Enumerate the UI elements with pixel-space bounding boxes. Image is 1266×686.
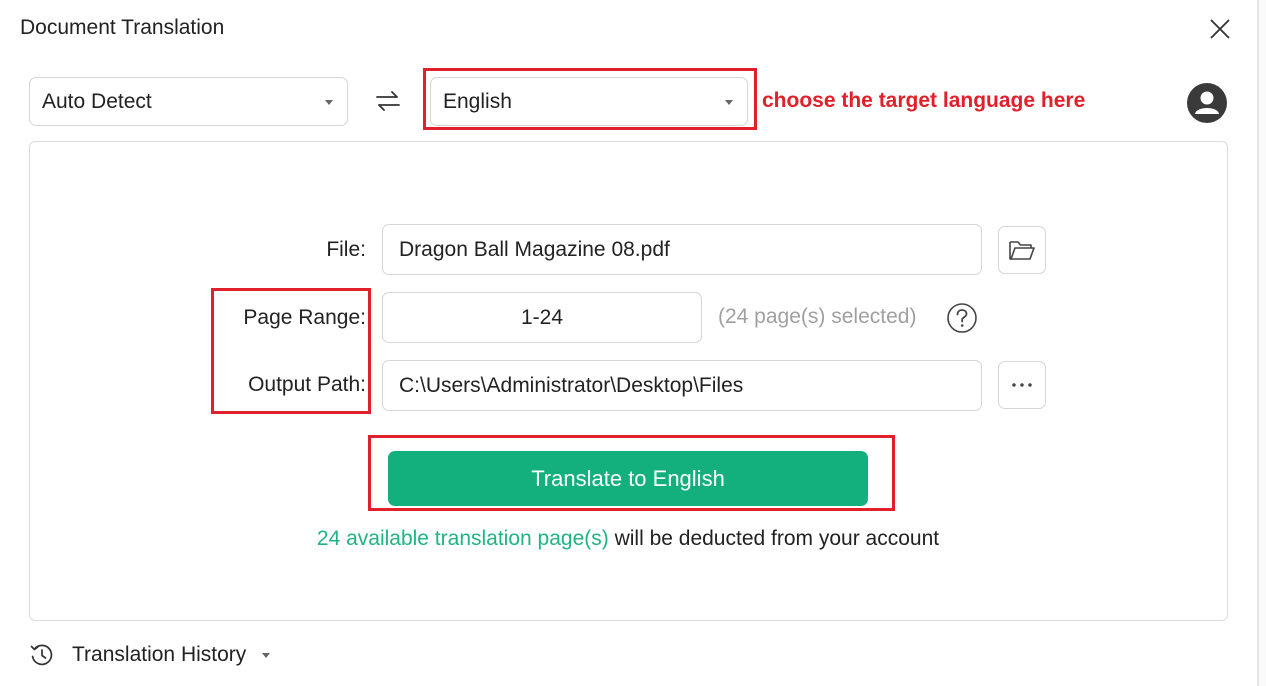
page-range-input[interactable]: 1-24 (382, 292, 702, 343)
translation-history-toggle[interactable]: Translation History (29, 642, 271, 668)
background-window-strip (1259, 0, 1266, 686)
user-avatar-icon[interactable] (1187, 83, 1227, 123)
pages-selected-text: (24 page(s) selected) (718, 305, 917, 328)
output-path-field[interactable]: C:\Users\Administrator\Desktop\Files (382, 360, 982, 411)
browse-output-button[interactable] (998, 361, 1046, 409)
annotation-box-target-language (423, 68, 757, 130)
annotation-box-labels (211, 288, 371, 414)
source-language-select[interactable]: Auto Detect (29, 77, 348, 126)
help-icon[interactable] (946, 302, 978, 334)
history-icon (30, 644, 53, 666)
folder-icon (1009, 241, 1035, 260)
available-pages-highlight: 24 available translation page(s) (316, 527, 609, 550)
file-label: File: (326, 238, 366, 261)
source-language-value: Auto Detect (42, 89, 152, 113)
annotation-box-translate-button (368, 435, 895, 511)
chevron-down-icon (262, 652, 271, 658)
window-title: Document Translation (20, 16, 225, 39)
swap-arrows-icon[interactable] (372, 86, 404, 116)
file-field[interactable]: Dragon Ball Magazine 08.pdf (382, 224, 982, 275)
annotation-text: choose the target language here (762, 89, 1086, 112)
ellipsis-icon (1012, 383, 1032, 387)
deduction-note-rest: will be deducted from your account (608, 527, 940, 550)
deduction-note: 24 available translation page(s) will be… (0, 527, 1256, 551)
chevron-down-icon (325, 99, 333, 105)
close-icon[interactable] (1205, 14, 1235, 44)
browse-file-button[interactable] (998, 226, 1046, 274)
translation-history-label: Translation History (72, 643, 247, 666)
